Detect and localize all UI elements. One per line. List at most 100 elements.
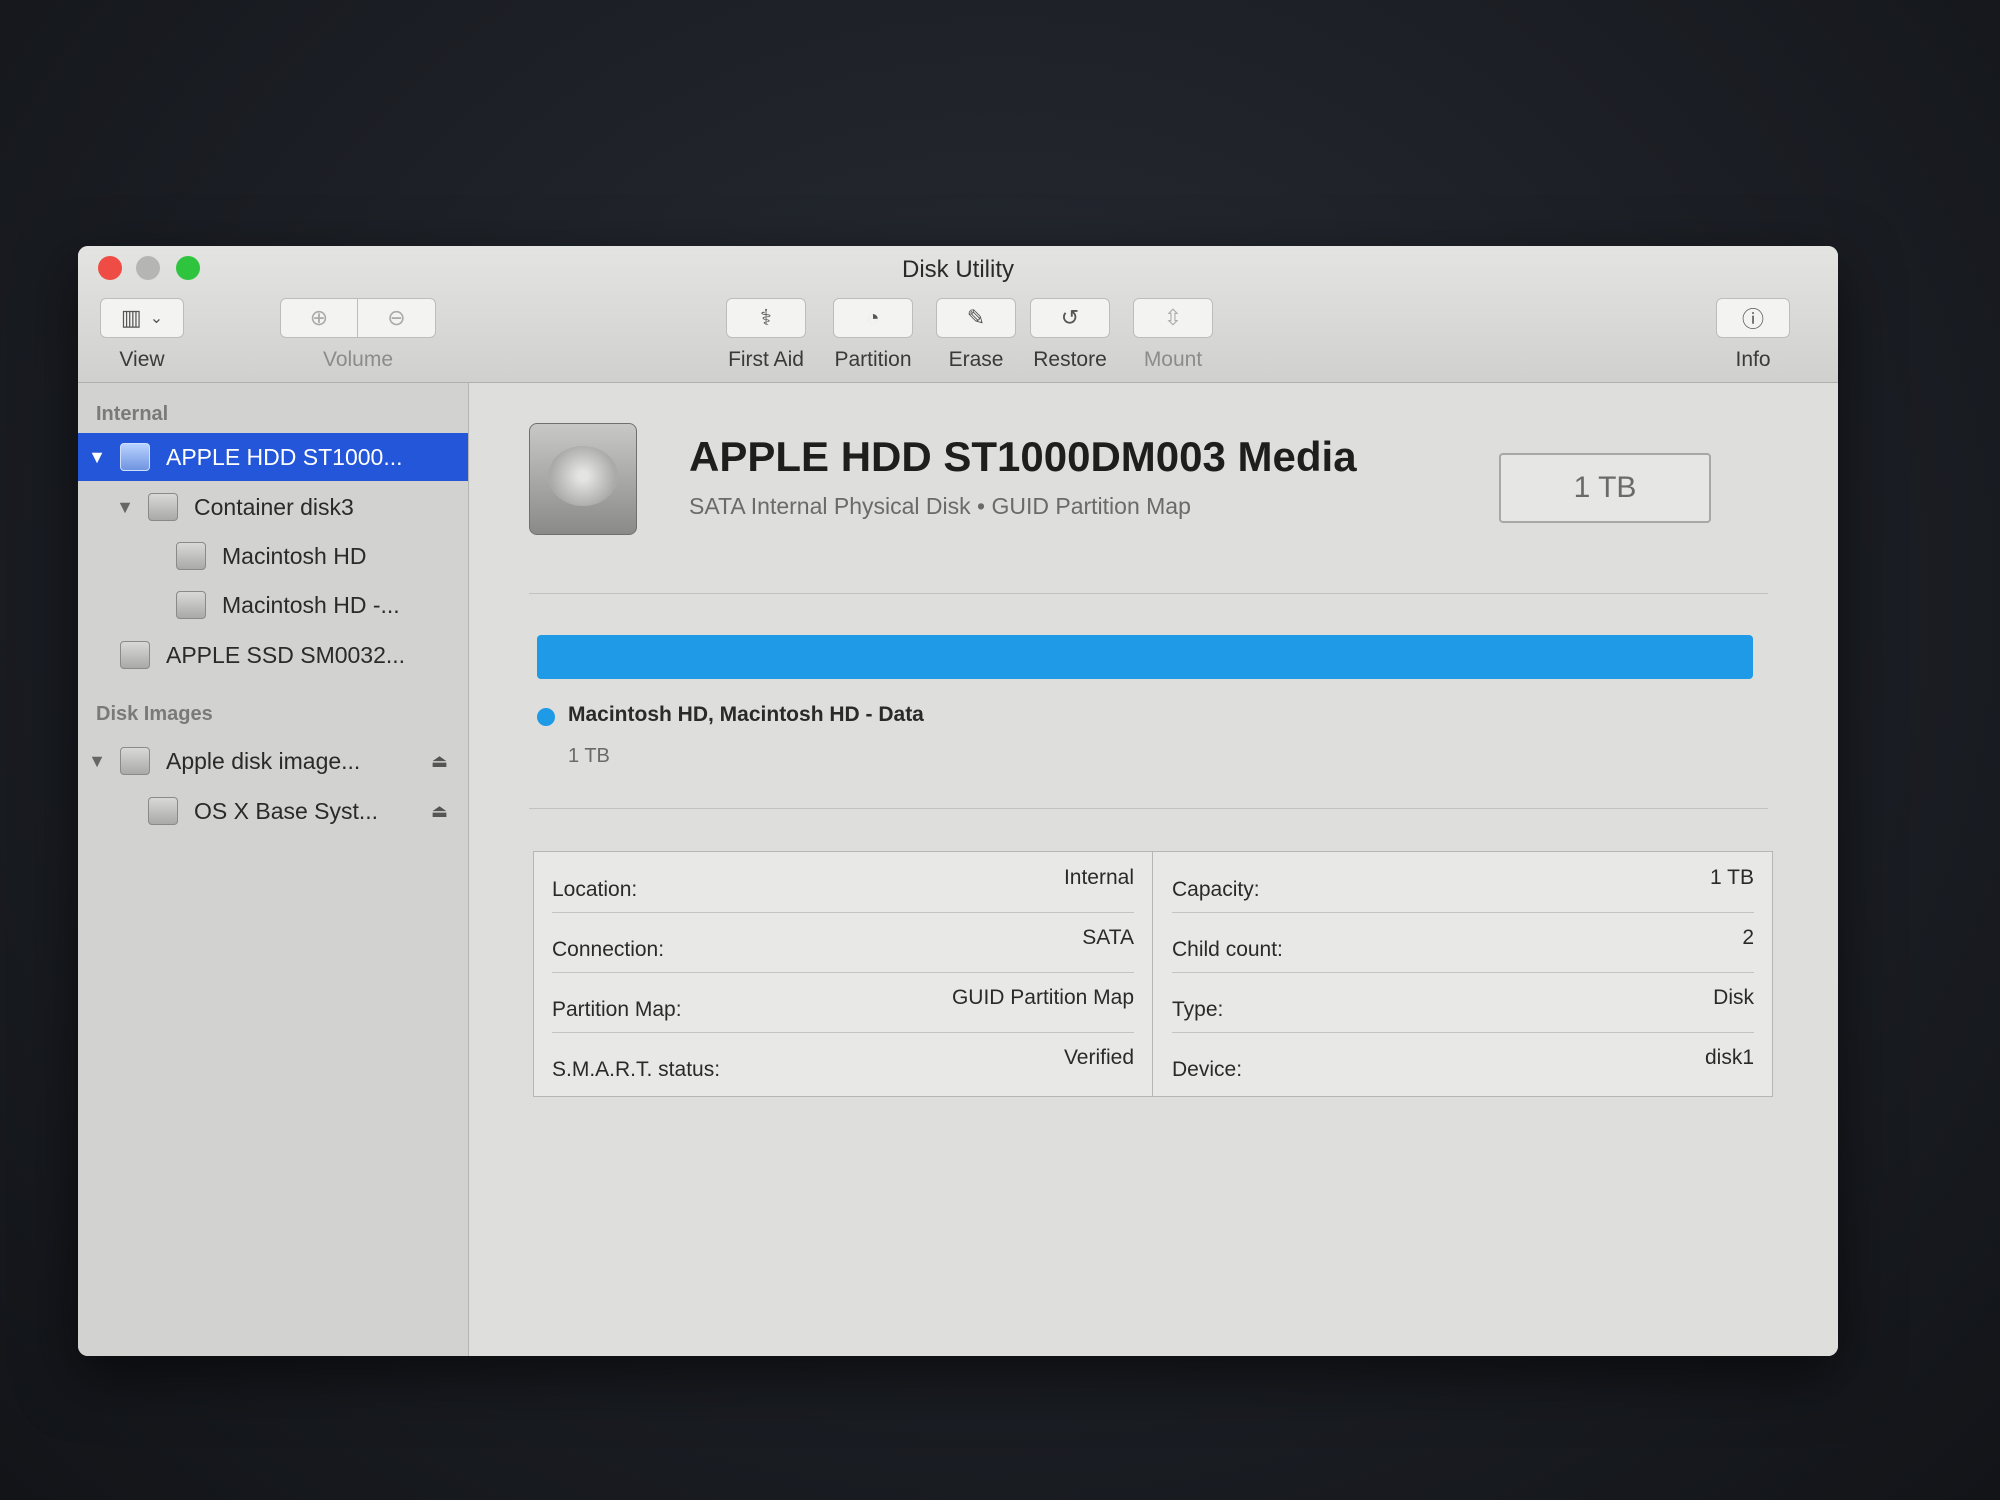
legend-color-dot (537, 708, 555, 726)
usage-bar-fill (537, 635, 1753, 679)
view-button[interactable]: ▥ ⌄ (100, 298, 184, 338)
info-value: 2 (1742, 926, 1754, 949)
volume-control: ⊕ ⊖ Volume (280, 298, 436, 372)
info-key: Capacity: (1172, 878, 1260, 901)
info-row-device: Device: disk1 (1172, 1034, 1754, 1092)
sidebar: Internal ▼ APPLE HDD ST1000... ▼ Contain… (78, 383, 469, 1356)
partition-button[interactable]: ◔ (833, 298, 913, 338)
sidebar-item-label: OS X Base Syst... (194, 797, 379, 824)
usage-bar (537, 635, 1753, 679)
sidebar-item-label: APPLE SSD SM0032... (166, 641, 406, 668)
info-row-partition-map: Partition Map: GUID Partition Map (552, 974, 1134, 1033)
erase-button[interactable]: ✎ (936, 298, 1016, 338)
sidebar-item-label: Macintosh HD (222, 542, 367, 569)
chevron-down-icon: ⌄ (149, 310, 164, 327)
disclosure-triangle-icon[interactable]: ▼ (88, 751, 106, 772)
legend-volume-size: 1 TB (568, 745, 610, 767)
disk-image-icon (120, 747, 150, 775)
platter-graphic (548, 446, 618, 506)
sidebar-item-container-disk3[interactable]: ▼ Container disk3 (78, 483, 468, 531)
info-icon: ⓘ (1741, 307, 1764, 332)
titlebar: Disk Utility ▥ ⌄ View ⊕ ⊖ Volume ⚕ First… (78, 246, 1838, 383)
add-volume-icon: ⊕ (309, 305, 329, 330)
sidebar-item-macintosh-hd-data[interactable]: Macintosh HD -... (78, 581, 468, 629)
restore-control: ↺ Restore (1030, 298, 1110, 372)
sidebar-item-apple-hdd[interactable]: ▼ APPLE HDD ST1000... (78, 433, 468, 481)
sidebar-item-apple-ssd[interactable]: APPLE SSD SM0032... (78, 631, 468, 679)
info-key: Child count: (1172, 938, 1283, 961)
pie-icon: ◔ (866, 305, 880, 330)
erase-pencil-icon: ✎ (966, 305, 986, 330)
sidebar-item-os-x-base-system[interactable]: OS X Base Syst... ⏏ (78, 787, 468, 835)
disk-utility-window: Disk Utility ▥ ⌄ View ⊕ ⊖ Volume ⚕ First… (78, 246, 1838, 1356)
info-row-smart-status: S.M.A.R.T. status: Verified (552, 1034, 1134, 1092)
sidebar-item-label: Container disk3 (194, 493, 354, 520)
info-value: disk1 (1704, 1046, 1754, 1069)
info-column-right: Capacity: 1 TB Child count: 2 Type: Disk… (1154, 852, 1772, 1096)
mount-icon: ⇳ (1163, 305, 1183, 330)
mount-control: ⇳ Mount (1133, 298, 1213, 372)
disclosure-triangle-icon[interactable]: ▼ (88, 447, 106, 468)
info-row-location: Location: Internal (552, 854, 1134, 913)
info-value: 1 TB (1710, 866, 1754, 889)
info-row-type: Type: Disk (1172, 974, 1754, 1033)
window-title: Disk Utility (902, 256, 1014, 283)
info-column-left: Location: Internal Connection: SATA Part… (534, 852, 1153, 1096)
info-label: Info (1735, 348, 1771, 371)
sidebar-item-label: Apple disk image... (166, 747, 361, 774)
disclosure-triangle-icon[interactable]: ▼ (116, 497, 134, 518)
info-control: ⓘ Info (1716, 298, 1790, 372)
first-aid-button[interactable]: ⚕ (726, 298, 806, 338)
disk-size-badge: 1 TB (1499, 453, 1711, 523)
info-key: Type: (1172, 998, 1224, 1021)
first-aid-label: First Aid (728, 348, 804, 371)
internal-section-header: Internal (96, 403, 169, 425)
disk-images-section-header: Disk Images (96, 703, 213, 725)
view-label: View (119, 348, 165, 371)
info-row-child-count: Child count: 2 (1172, 914, 1754, 973)
eject-icon[interactable]: ⏏ (431, 751, 448, 772)
first-aid-control: ⚕ First Aid (726, 298, 806, 372)
eject-icon[interactable]: ⏏ (431, 801, 448, 822)
hard-disk-icon (120, 443, 150, 471)
volume-segment: ⊕ ⊖ (280, 298, 436, 338)
info-row-capacity: Capacity: 1 TB (1172, 854, 1754, 913)
info-value: Verified (1063, 1046, 1134, 1069)
hard-disk-icon (120, 641, 150, 669)
sidebar-item-macintosh-hd[interactable]: Macintosh HD (78, 532, 468, 580)
sidebar-item-label: APPLE HDD ST1000... (166, 443, 403, 470)
info-key: Location: (552, 878, 638, 901)
delete-volume-button[interactable]: ⊖ (358, 298, 436, 338)
disk-title: APPLE HDD ST1000DM003 Media (689, 433, 1357, 480)
mount-label: Mount (1143, 348, 1203, 371)
disk-subtitle: SATA Internal Physical Disk • GUID Parti… (689, 493, 1191, 519)
volume-icon (176, 591, 206, 619)
restore-arrow-icon: ↺ (1060, 305, 1080, 330)
info-button[interactable]: ⓘ (1716, 298, 1790, 338)
erase-control: ✎ Erase (936, 298, 1016, 372)
legend-volume-name: Macintosh HD, Macintosh HD - Data (568, 703, 924, 726)
volume-label: Volume (322, 348, 394, 371)
add-volume-button[interactable]: ⊕ (280, 298, 358, 338)
hard-drive-icon (529, 423, 637, 535)
stethoscope-icon: ⚕ (760, 305, 772, 330)
partition-control: ◔ Partition (833, 298, 913, 372)
mount-button[interactable]: ⇳ (1133, 298, 1213, 338)
info-key: S.M.A.R.T. status: (552, 1058, 721, 1081)
info-key: Partition Map: (552, 998, 682, 1021)
remove-volume-icon: ⊖ (387, 305, 406, 330)
container-disk-icon (148, 493, 178, 521)
divider (529, 593, 1768, 594)
info-key: Connection: (552, 938, 665, 961)
divider (529, 808, 1768, 809)
restore-label: Restore (1033, 348, 1107, 371)
view-control: ▥ ⌄ View (100, 298, 184, 372)
sidebar-item-apple-disk-image[interactable]: ▼ Apple disk image... ⏏ (78, 737, 468, 785)
info-value: GUID Partition Map (951, 986, 1134, 1009)
erase-label: Erase (948, 348, 1004, 371)
info-value: Disk (1713, 986, 1754, 1009)
sidebar-item-label: Macintosh HD -... (222, 591, 400, 618)
info-value: SATA (1082, 926, 1134, 949)
info-table: Location: Internal Connection: SATA Part… (533, 851, 1773, 1097)
restore-button[interactable]: ↺ (1030, 298, 1110, 338)
